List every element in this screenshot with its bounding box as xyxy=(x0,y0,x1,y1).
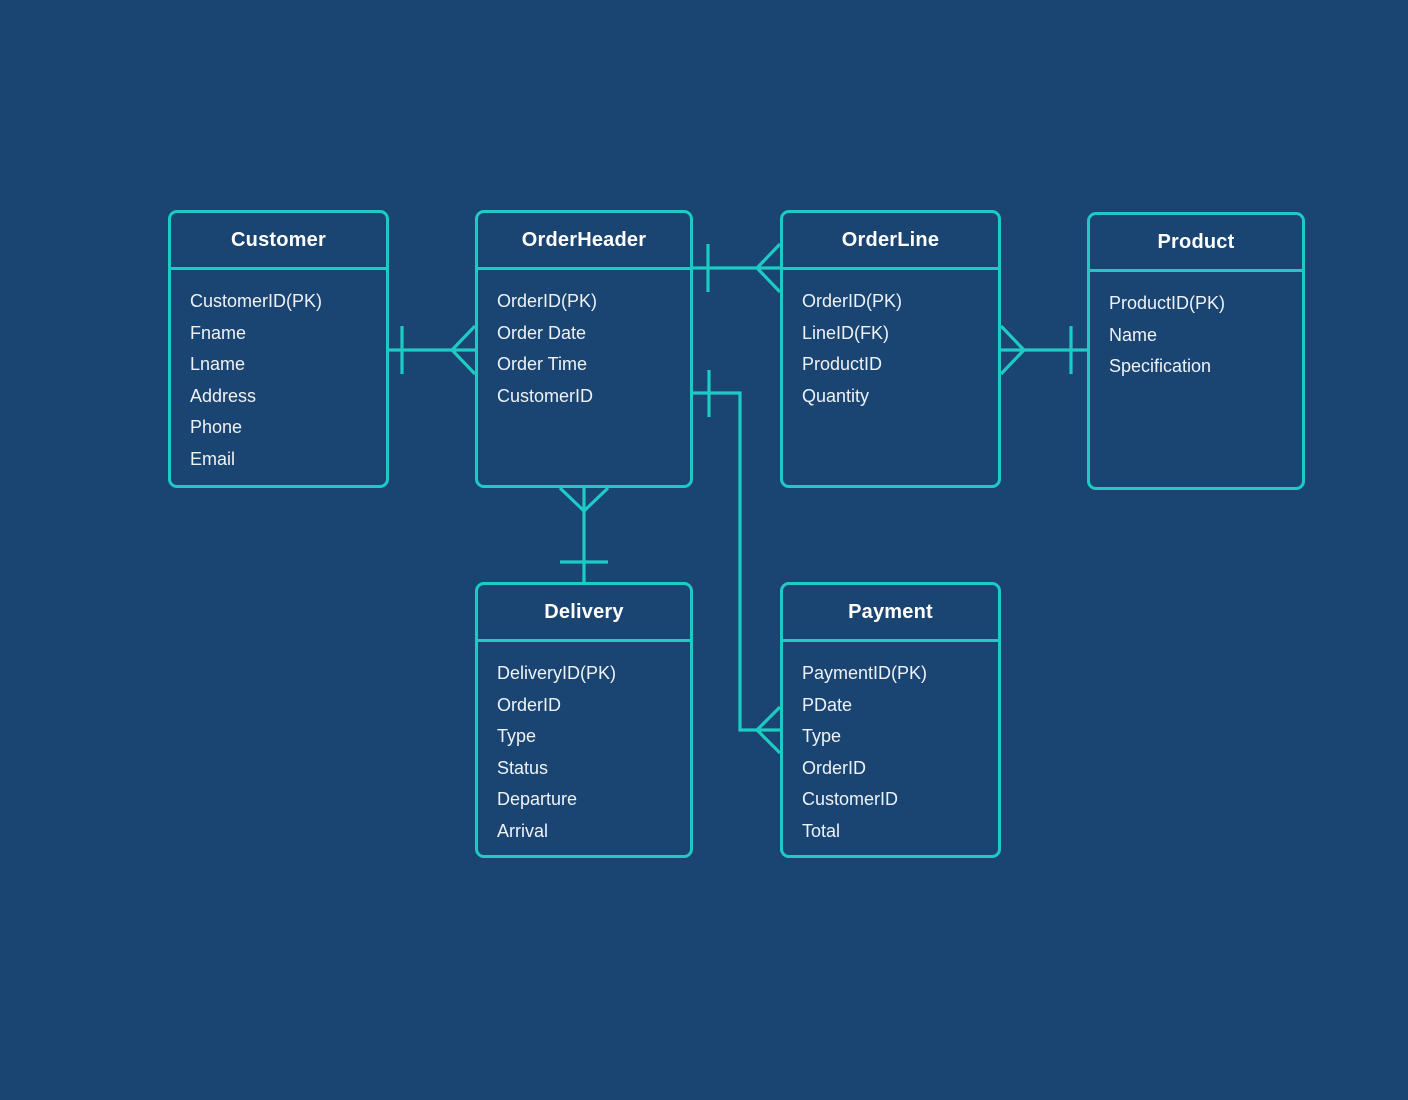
attribute: OrderID xyxy=(497,694,562,715)
entity-payment-header: Payment xyxy=(783,585,998,642)
attribute: Lname xyxy=(190,354,246,374)
entity-customer[interactable]: Customer CustomerID(PK) Fname Lname Addr… xyxy=(168,210,389,488)
relationship-connectors xyxy=(389,242,1087,755)
entity-orderheader-attributes: OrderID(PK) Order Date Order Time Custom… xyxy=(478,270,690,422)
entity-customer-attributes: CustomerID(PK) Fname Lname Address Phone… xyxy=(171,270,386,485)
entity-delivery-title: Delivery xyxy=(544,600,624,623)
entity-product-header: Product xyxy=(1090,215,1302,272)
attribute: Order Time xyxy=(497,354,588,374)
entity-payment[interactable]: Payment PaymentID(PK) PDate Type OrderID… xyxy=(780,582,1001,858)
connector-orderheader-orderline xyxy=(693,242,782,294)
attribute: PaymentID(PK) xyxy=(802,663,928,683)
entity-payment-attributes: PaymentID(PK) PDate Type OrderID Custome… xyxy=(783,642,998,855)
attribute: Quantity xyxy=(802,385,870,406)
attribute: CustomerID(PK) xyxy=(190,291,323,311)
entity-orderline[interactable]: OrderLine OrderID(PK) LineID(FK) Product… xyxy=(780,210,1001,488)
connector-orderheader-payment xyxy=(693,370,782,755)
attribute: ProductID xyxy=(802,354,883,374)
entity-customer-header: Customer xyxy=(171,213,386,270)
attribute: Total xyxy=(802,820,841,841)
attribute: Departure xyxy=(497,789,578,809)
attribute: OrderID(PK) xyxy=(497,291,598,311)
attribute: Specification xyxy=(1109,356,1212,376)
attribute: LineID(FK) xyxy=(802,322,890,343)
attribute: Phone xyxy=(190,417,243,437)
attribute: Name xyxy=(1109,324,1158,345)
attribute: CustomerID xyxy=(497,385,594,406)
attribute: ProductID(PK) xyxy=(1109,293,1226,313)
entity-orderline-title: OrderLine xyxy=(841,228,940,251)
attribute: Arrival xyxy=(497,820,549,841)
attribute: Address xyxy=(190,385,257,406)
entity-delivery-attributes: DeliveryID(PK) OrderID Type Status Depar… xyxy=(478,642,690,855)
attribute: Fname xyxy=(190,322,247,343)
entity-product-title: Product xyxy=(1157,230,1235,253)
entity-product[interactable]: Product ProductID(PK) Name Specification xyxy=(1087,212,1305,490)
entity-delivery-header: Delivery xyxy=(478,585,690,642)
attribute: PDate xyxy=(802,694,853,715)
attribute: Status xyxy=(497,757,549,778)
entity-customer-title: Customer xyxy=(231,228,326,251)
entity-delivery[interactable]: Delivery DeliveryID(PK) OrderID Type Sta… xyxy=(475,582,693,858)
attribute: OrderID(PK) xyxy=(802,291,903,311)
entity-payment-title: Payment xyxy=(848,600,933,623)
entity-orderheader-header: OrderHeader xyxy=(478,213,690,270)
entity-orderheader-title: OrderHeader xyxy=(521,228,647,251)
attribute: Type xyxy=(802,726,842,746)
er-diagram-canvas: Customer CustomerID(PK) Fname Lname Addr… xyxy=(0,0,1408,1100)
connector-orderheader-delivery xyxy=(558,486,610,582)
connector-orderline-product xyxy=(999,324,1087,376)
entity-product-attributes: ProductID(PK) Name Specification xyxy=(1090,272,1302,393)
attribute: OrderID xyxy=(802,757,867,778)
attribute: Email xyxy=(190,448,236,469)
attribute: Type xyxy=(497,726,537,746)
attribute: DeliveryID(PK) xyxy=(497,663,617,683)
attribute: CustomerID xyxy=(802,789,899,809)
entity-orderheader[interactable]: OrderHeader OrderID(PK) Order Date Order… xyxy=(475,210,693,488)
entity-orderline-header: OrderLine xyxy=(783,213,998,270)
attribute: Order Date xyxy=(497,322,587,343)
entity-orderline-attributes: OrderID(PK) LineID(FK) ProductID Quantit… xyxy=(783,270,998,422)
connector-customer-orderheader xyxy=(389,324,477,376)
